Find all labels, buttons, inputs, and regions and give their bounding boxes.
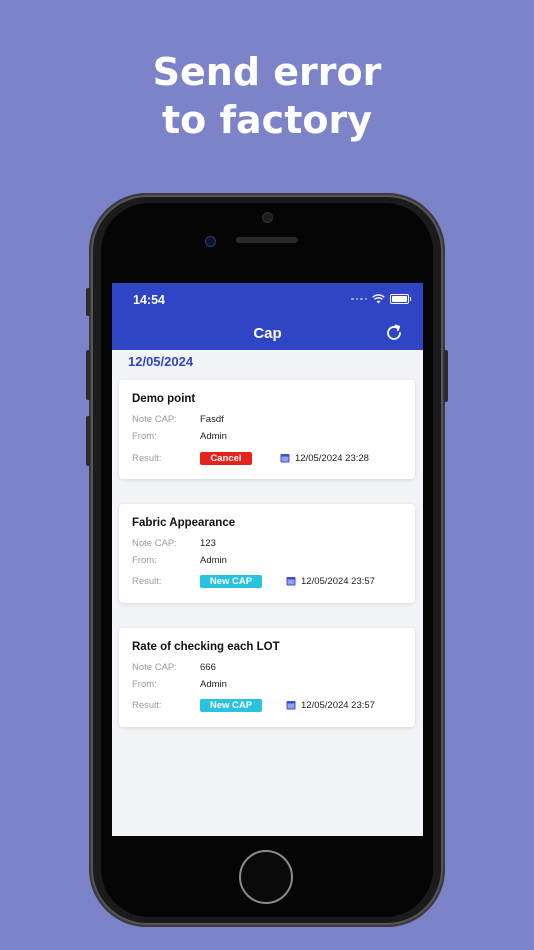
earpiece-speaker [236, 237, 298, 243]
note-label: Note CAP: [132, 662, 177, 673]
calendar-icon [280, 454, 290, 463]
status-badge: New CAP [200, 699, 262, 712]
result-label: Result: [132, 576, 162, 587]
phone-screen: 14:54 Cap 12/05/2024 Demo point Note CAP… [112, 283, 423, 836]
cap-card[interactable]: Fabric Appearance Note CAP: 123 From: Ad… [119, 504, 415, 603]
note-value: Fasdf [200, 414, 224, 425]
from-label: From: [132, 431, 157, 442]
from-label: From: [132, 679, 157, 690]
battery-icon [390, 294, 411, 304]
app-bar: 14:54 Cap [112, 283, 423, 350]
volume-up-button [86, 350, 90, 400]
page-title: Cap [253, 325, 282, 342]
front-camera-icon [262, 212, 273, 223]
note-value: 123 [200, 538, 216, 549]
signal-icon [351, 297, 367, 301]
card-title: Rate of checking each LOT [132, 641, 280, 653]
status-badge: Cancel [200, 452, 252, 465]
status-icons [351, 294, 411, 304]
mute-switch [86, 288, 90, 316]
refresh-icon[interactable] [385, 324, 403, 342]
status-badge: New CAP [200, 575, 262, 588]
status-time: 14:54 [133, 293, 165, 307]
home-button[interactable] [239, 850, 293, 904]
calendar-icon [286, 701, 296, 710]
wifi-icon [372, 294, 385, 304]
headline-line-2: to factory [162, 98, 372, 142]
result-label: Result: [132, 453, 162, 464]
from-label: From: [132, 555, 157, 566]
volume-down-button [86, 416, 90, 466]
note-label: Note CAP: [132, 538, 177, 549]
note-label: Note CAP: [132, 414, 177, 425]
power-button [444, 350, 448, 402]
timestamp: 12/05/2024 23:28 [295, 453, 369, 464]
from-value: Admin [200, 555, 227, 566]
card-title: Fabric Appearance [132, 517, 236, 529]
cap-card[interactable]: Demo point Note CAP: Fasdf From: Admin R… [119, 380, 415, 479]
headline-line-1: Send error [152, 50, 382, 94]
proximity-sensor-icon [205, 236, 216, 247]
date-group-header: 12/05/2024 [128, 354, 194, 369]
promo-headline: Send error to factory [0, 48, 534, 144]
result-label: Result: [132, 700, 162, 711]
from-value: Admin [200, 679, 227, 690]
from-value: Admin [200, 431, 227, 442]
timestamp: 12/05/2024 23:57 [301, 576, 375, 587]
note-value: 666 [200, 662, 216, 673]
cap-card[interactable]: Rate of checking each LOT Note CAP: 666 … [119, 628, 415, 727]
calendar-icon [286, 577, 296, 586]
timestamp: 12/05/2024 23:57 [301, 700, 375, 711]
card-title: Demo point [132, 393, 196, 405]
